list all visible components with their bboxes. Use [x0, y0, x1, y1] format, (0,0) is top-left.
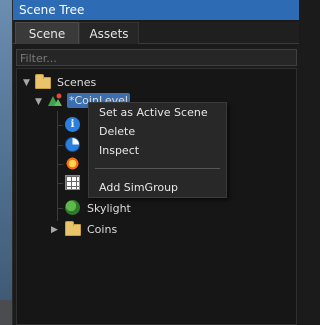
scene-tree-panel: Scene Tree Scene Assets ▼ Scenes ▼ *Coin… — [12, 0, 299, 325]
chevron-right-icon[interactable]: ▶ — [51, 225, 58, 235]
tree-guide-branch — [57, 208, 63, 209]
filter-input[interactable] — [20, 51, 296, 65]
chevron-down-icon[interactable]: ▼ — [23, 78, 30, 88]
folder-icon — [35, 74, 51, 89]
tree-guide-branch — [57, 183, 63, 184]
tab-bar: Scene Assets — [13, 22, 299, 44]
viewport-backdrop-bottom — [0, 300, 12, 325]
tree-item-scenes[interactable]: ▼ Scenes — [21, 73, 291, 91]
menu-item-set-active-scene[interactable]: Set as Active Scene — [89, 104, 226, 122]
tree-item-label: Skylight — [87, 202, 131, 215]
menu-item-add-simgroup[interactable]: Add SimGroup — [89, 179, 226, 197]
grid-icon — [65, 175, 80, 190]
info-icon: i — [65, 117, 80, 132]
filter-box — [16, 49, 297, 66]
tree-guide-branch — [57, 164, 63, 165]
tree-item-skylight[interactable]: Skylight — [65, 199, 265, 217]
menu-separator — [95, 168, 220, 169]
tree-item-label: Coins — [87, 223, 118, 236]
viewport-backdrop — [0, 0, 12, 325]
tree-guide-line — [57, 111, 58, 221]
folder-icon — [65, 221, 81, 236]
tree-item-label: Scenes — [57, 76, 97, 89]
chevron-down-icon[interactable]: ▼ — [35, 97, 42, 107]
context-menu: Set as Active Scene Delete Inspect Add S… — [88, 102, 227, 198]
panel-title: Scene Tree — [13, 0, 299, 20]
menu-item-delete[interactable]: Delete — [89, 123, 226, 141]
tree-guide-branch — [57, 125, 63, 126]
pie-icon — [65, 137, 80, 152]
tree-item-coins[interactable]: ▶ Coins — [51, 220, 251, 238]
tab-assets[interactable]: Assets — [79, 22, 139, 44]
tab-scene[interactable]: Scene — [15, 22, 79, 44]
menu-item-inspect[interactable]: Inspect — [89, 142, 226, 160]
level-icon — [48, 93, 62, 106]
skylight-icon — [65, 200, 80, 215]
tree-guide-branch — [57, 145, 63, 146]
sun-icon — [65, 156, 80, 171]
